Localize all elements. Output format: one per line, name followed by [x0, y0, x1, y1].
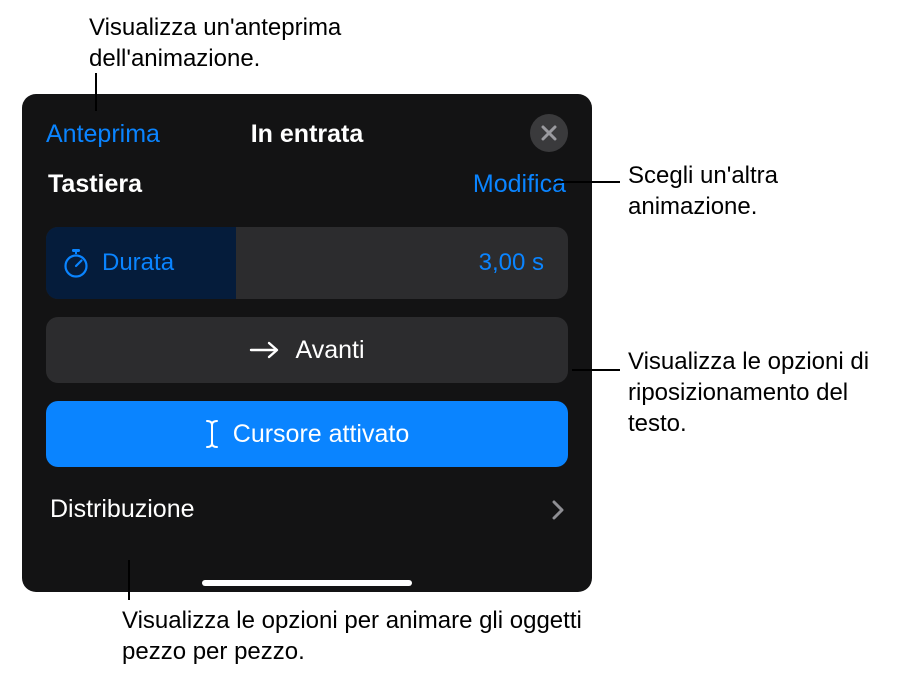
close-button[interactable] — [530, 114, 568, 152]
callout-line — [128, 560, 130, 600]
callout-distribution: Visualizza le opzioni per animare gli og… — [122, 605, 582, 667]
close-icon — [541, 125, 557, 141]
duration-label: Durata — [102, 249, 174, 277]
direction-label: Avanti — [295, 336, 364, 365]
distribution-label: Distribuzione — [50, 495, 195, 524]
direction-button[interactable]: Avanti — [46, 317, 568, 383]
cursor-label: Cursore attivato — [233, 420, 409, 449]
panel-header: Anteprima In entrata — [46, 112, 568, 156]
text-cursor-icon — [205, 419, 219, 449]
callout-line — [95, 73, 97, 111]
duration-row[interactable]: Durata 3,00 s — [46, 227, 568, 299]
duration-value-area: 3,00 s — [236, 227, 568, 299]
animation-panel: Anteprima In entrata Tastiera Modifica D… — [22, 94, 592, 592]
arrow-right-icon — [249, 340, 281, 360]
callout-line — [556, 181, 620, 183]
distribution-row[interactable]: Distribuzione — [46, 495, 568, 524]
callout-preview: Visualizza un'anteprima dell'animazione. — [89, 12, 409, 74]
home-indicator[interactable] — [202, 580, 412, 586]
stopwatch-icon — [62, 248, 90, 278]
chevron-right-icon — [552, 500, 564, 520]
edit-button[interactable]: Modifica — [473, 170, 566, 199]
callout-edit: Scegli un'altra animazione. — [628, 160, 888, 222]
duration-value: 3,00 s — [479, 249, 544, 277]
preview-button[interactable]: Anteprima — [46, 120, 160, 149]
callout-line — [572, 369, 620, 371]
cursor-button[interactable]: Cursore attivato — [46, 401, 568, 467]
animation-subheader: Tastiera Modifica — [46, 170, 568, 199]
animation-name: Tastiera — [48, 170, 142, 199]
callout-direction: Visualizza le opzioni di riposizionament… — [628, 346, 898, 440]
duration-left: Durata — [46, 227, 236, 299]
